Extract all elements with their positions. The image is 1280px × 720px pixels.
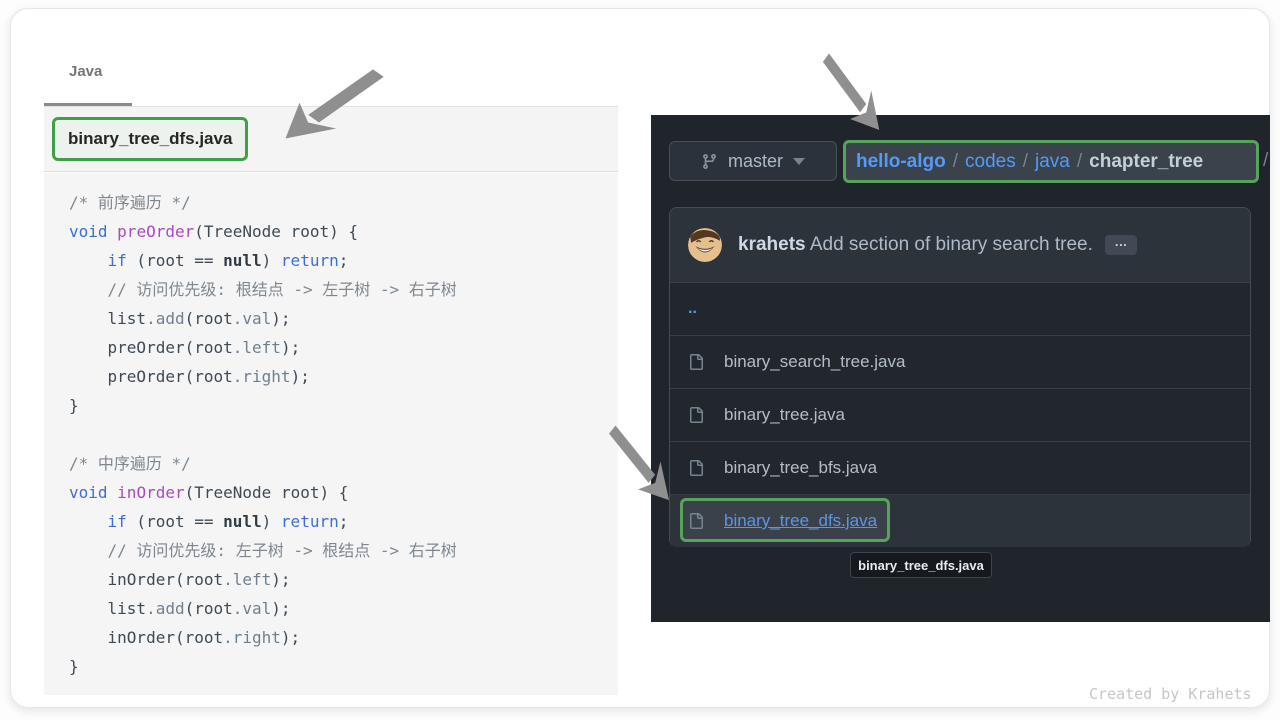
code-block: /* 前序遍历 */void preOrder(TreeNode root) {… — [44, 173, 618, 695]
code-text: /* 前序遍历 */void preOrder(TreeNode root) {… — [69, 188, 618, 681]
file-row-highlighted[interactable]: binary_tree_dfs.java — [670, 494, 1250, 547]
breadcrumb-separator: / — [1077, 151, 1082, 173]
file-title: binary_tree_dfs.java — [68, 129, 232, 149]
avatar[interactable] — [688, 228, 722, 262]
breadcrumb: hello-algo / codes / java / chapter_tree — [843, 140, 1259, 183]
breadcrumb-java-link[interactable]: java — [1035, 151, 1070, 173]
file-name[interactable]: binary_tree.java — [724, 405, 845, 425]
file-title-highlight-box: binary_tree_dfs.java — [52, 117, 248, 161]
file-row[interactable]: binary_tree_bfs.java — [670, 441, 1250, 494]
file-icon — [688, 407, 704, 423]
breadcrumb-trailing-slash: / — [1263, 150, 1268, 172]
file-icon — [688, 513, 704, 529]
commit-author[interactable]: krahets — [738, 234, 806, 255]
commit-and-files-box: krahets Add section of binary search tre… — [669, 207, 1251, 547]
branch-selector-button[interactable]: master — [669, 141, 837, 181]
file-row[interactable]: binary_search_tree.java — [670, 335, 1250, 388]
breadcrumb-repo-link[interactable]: hello-algo — [856, 151, 946, 173]
breadcrumb-separator: / — [953, 151, 958, 173]
git-branch-icon — [701, 153, 718, 170]
branch-name: master — [728, 151, 783, 172]
commit-message[interactable]: Add section of binary search tree. — [810, 234, 1093, 255]
parent-directory-row[interactable]: .. — [670, 282, 1250, 335]
parent-directory-link[interactable]: .. — [688, 300, 697, 318]
chevron-down-icon — [793, 158, 805, 165]
tab-java[interactable]: Java — [69, 63, 102, 80]
commit-more-button[interactable]: … — [1105, 235, 1137, 255]
file-row[interactable]: binary_tree.java — [670, 388, 1250, 441]
file-name[interactable]: binary_tree_bfs.java — [724, 458, 877, 478]
file-icon — [688, 460, 704, 476]
file-link-binary-tree-dfs[interactable]: binary_tree_dfs.java — [724, 511, 877, 531]
credit-text: Created by Krahets — [1089, 685, 1252, 703]
breadcrumb-separator: / — [1023, 151, 1028, 173]
github-panel: master hello-algo / codes / java / chapt… — [651, 115, 1270, 622]
file-name[interactable]: binary_search_tree.java — [724, 352, 905, 372]
commit-message-line: krahets Add section of binary search tre… — [738, 234, 1137, 256]
page-card: Java binary_tree_dfs.java /* 前序遍历 */void… — [10, 8, 1270, 708]
file-icon — [688, 354, 704, 370]
breadcrumb-current-folder: chapter_tree — [1089, 151, 1203, 173]
filename-tooltip: binary_tree_dfs.java — [850, 552, 992, 578]
code-title-bar: binary_tree_dfs.java — [44, 107, 618, 172]
latest-commit-row: krahets Add section of binary search tre… — [670, 208, 1250, 282]
breadcrumb-codes-link[interactable]: codes — [965, 151, 1016, 173]
